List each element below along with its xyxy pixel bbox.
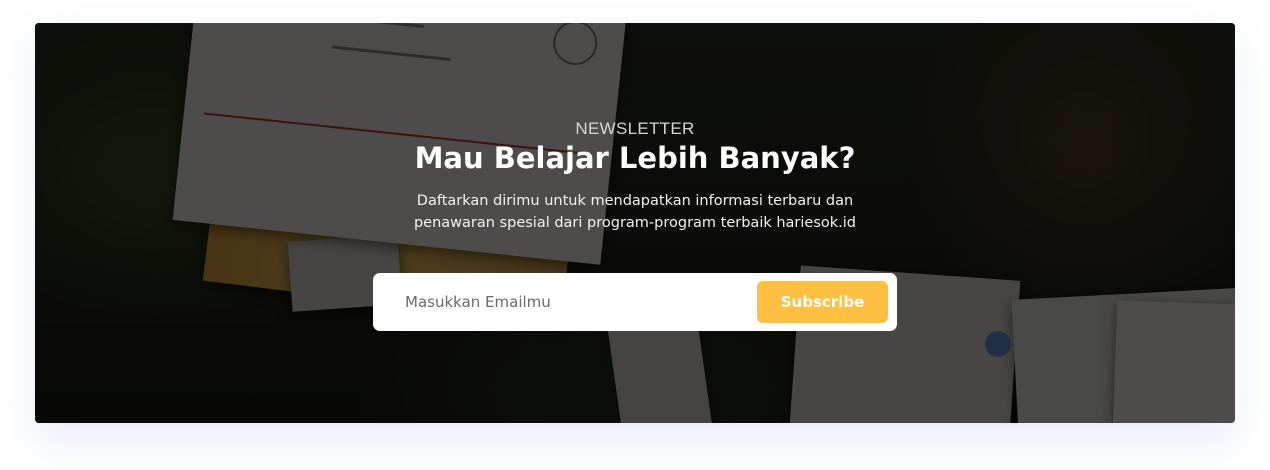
section-eyebrow: NEWSLETTER [575, 119, 695, 138]
subscribe-form: Subscribe [373, 273, 897, 331]
description-line: penawaran spesial dari program-program t… [413, 215, 857, 231]
subscribe-button[interactable]: Subscribe [757, 281, 888, 323]
page: NEWSLETTER Mau Belajar Lebih Banyak? Daf… [0, 0, 1270, 470]
newsletter-headline: Mau Belajar Lebih Banyak? [414, 141, 856, 175]
newsletter-banner: NEWSLETTER Mau Belajar Lebih Banyak? Daf… [35, 23, 1235, 423]
description-line: Daftarkan dirimu untuk mendapatkan infor… [416, 193, 854, 209]
newsletter-content: NEWSLETTER Mau Belajar Lebih Banyak? Daf… [35, 23, 1235, 423]
newsletter-description: Daftarkan dirimu untuk mendapatkan infor… [375, 190, 895, 234]
email-input[interactable] [389, 282, 749, 322]
